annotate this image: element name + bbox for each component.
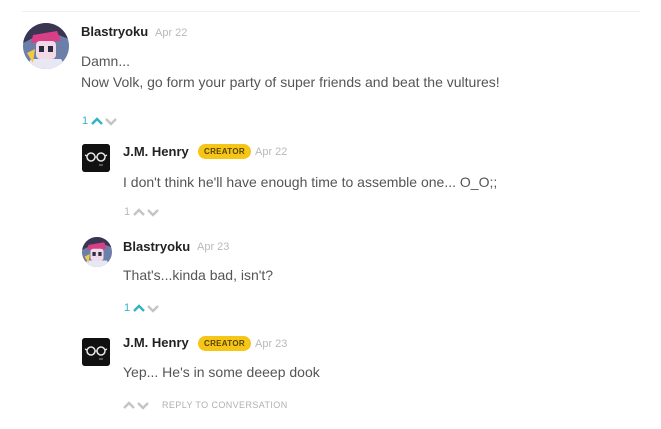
comment-1: Blastryoku Apr 22 Damn... Now Volk, go f…	[0, 0, 661, 130]
vote-controls	[122, 398, 150, 412]
downvote-button[interactable]	[136, 399, 150, 411]
comment-author[interactable]: Blastryoku	[81, 24, 148, 39]
vote-count: 1	[124, 302, 131, 314]
comment-author[interactable]: J.M. Henry	[123, 144, 189, 159]
comment-body-line-1: That's...kinda bad, isn't?	[123, 267, 274, 283]
vote-controls: 1	[82, 114, 118, 128]
blastryoku-avatar[interactable]	[82, 237, 112, 267]
comment-date: Apr 23	[197, 241, 230, 253]
anime-character-avatar-icon	[23, 23, 69, 69]
reply-to-conversation-link[interactable]: REPLY TO CONVERSATION	[162, 400, 288, 410]
downvote-button[interactable]	[146, 206, 160, 218]
comment-date: Apr 22	[155, 27, 188, 39]
glasses-avatar-icon	[82, 338, 110, 366]
comment-3: Blastryoku Apr 23 That's...kinda bad, is…	[0, 225, 661, 320]
upvote-chevron-icon	[133, 208, 145, 216]
comment-author[interactable]: J.M. Henry	[123, 335, 189, 350]
comment-4: J.M. Henry CREATOR Apr 23 Yep... He's in…	[0, 320, 661, 429]
comment-body-line-2: Now Volk, go form your party of super fr…	[81, 74, 500, 90]
downvote-chevron-icon	[147, 209, 159, 217]
upvote-button[interactable]	[122, 399, 136, 411]
downvote-chevron-icon	[105, 118, 117, 126]
upvote-button[interactable]	[132, 206, 146, 218]
comment-body-line-1: Yep... He's in some deeep dook	[123, 364, 320, 380]
upvote-chevron-icon	[133, 304, 145, 312]
upvote-button[interactable]	[90, 115, 104, 127]
upvote-chevron-icon	[91, 117, 103, 125]
glasses-avatar-icon	[82, 144, 110, 172]
vote-count: 1	[82, 115, 89, 127]
upvote-chevron-icon	[123, 401, 135, 409]
jm-henry-avatar[interactable]	[82, 144, 110, 172]
comment-date: Apr 23	[255, 338, 288, 350]
anime-character-avatar-icon	[82, 237, 112, 267]
comment-date: Apr 22	[255, 146, 288, 158]
vote-count: 1	[124, 206, 131, 218]
creator-badge: CREATOR	[198, 144, 251, 159]
blastryoku-avatar[interactable]	[23, 23, 69, 69]
comment-body-line-1: Damn...	[81, 53, 131, 69]
downvote-chevron-icon	[137, 402, 149, 410]
jm-henry-avatar[interactable]	[82, 338, 110, 366]
downvote-chevron-icon	[147, 305, 159, 313]
vote-controls: 1	[124, 205, 160, 219]
downvote-button[interactable]	[104, 115, 118, 127]
comment-body-line-1: I don't think he'll have enough time to …	[123, 174, 498, 190]
downvote-button[interactable]	[146, 302, 160, 314]
upvote-button[interactable]	[132, 302, 146, 314]
comment-2: J.M. Henry CREATOR Apr 22 I don't think …	[0, 130, 661, 225]
vote-controls: 1	[124, 301, 160, 315]
comment-author[interactable]: Blastryoku	[123, 239, 190, 254]
creator-badge: CREATOR	[198, 336, 251, 351]
